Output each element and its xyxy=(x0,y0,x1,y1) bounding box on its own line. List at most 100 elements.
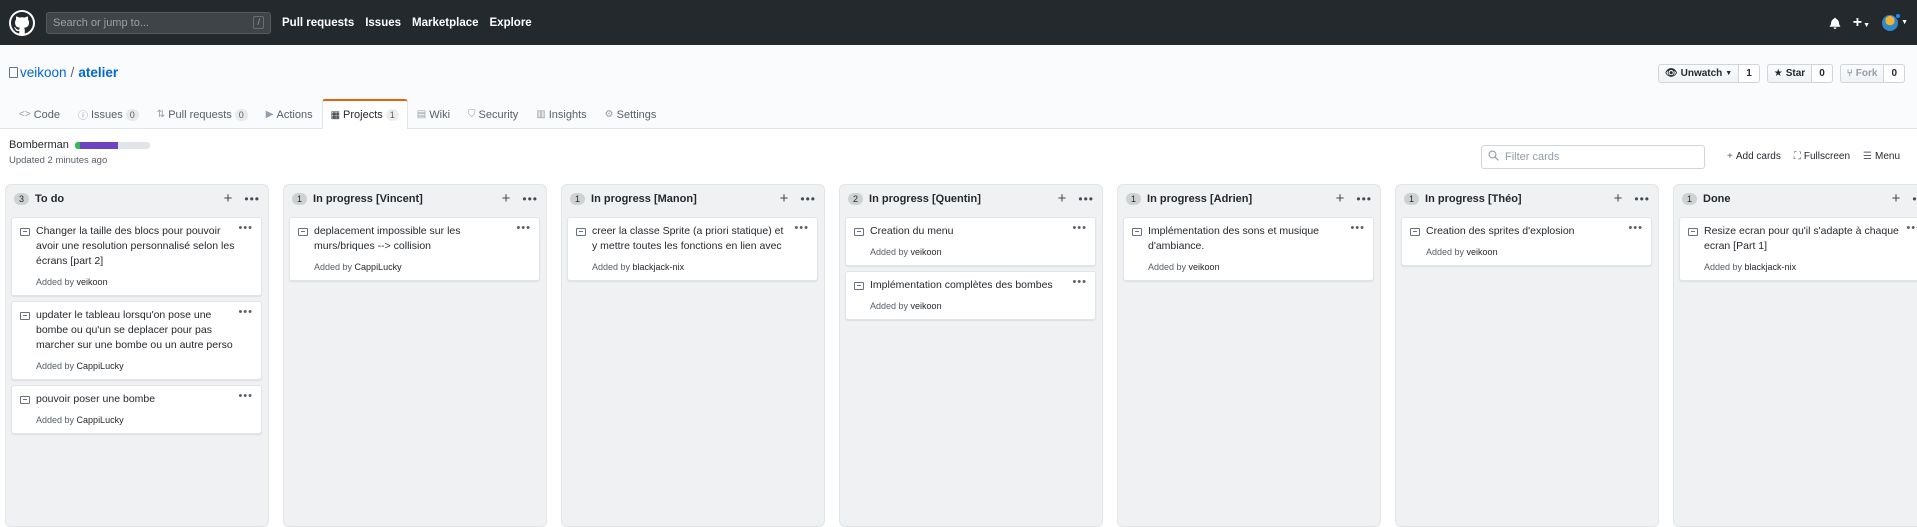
add-cards-button[interactable]: + Add cards xyxy=(1727,151,1781,162)
tab-pull-requests[interactable]: ⇅ Pull requests 0 xyxy=(148,99,257,129)
search-input[interactable]: Search or jump to... / xyxy=(46,11,271,34)
tab-issues[interactable]: ⓘ Issues 0 xyxy=(69,99,148,129)
card-menu-icon[interactable]: ••• xyxy=(794,222,809,234)
tab-actions[interactable]: ▶ Actions xyxy=(257,99,322,129)
column-header: 1 In progress [Manon] + ••• xyxy=(562,185,824,212)
nav-explore[interactable]: Explore xyxy=(490,17,532,29)
column-header: 3 To do + ••• xyxy=(6,185,268,212)
card-body: deplacement impossible sur les murs/briq… xyxy=(298,224,531,254)
note-card[interactable]: pouvoir poser une bombe ••• Added by Cappi… xyxy=(11,385,262,434)
note-card[interactable]: Creation des sprites d'explosion ••• Added… xyxy=(1401,217,1652,266)
menu-button[interactable]: ☰ Menu xyxy=(1863,151,1900,162)
repo-actions: 👁 Unwatch ▼ 1 ★ Star 0 ⑂ Fork 0 xyxy=(1657,64,1905,83)
card-author[interactable]: CappiLucky xyxy=(77,361,124,371)
column-header: 2 In progress [Quentin] + ••• xyxy=(840,185,1102,212)
column-menu-icon[interactable]: ••• xyxy=(800,192,816,206)
add-card-button[interactable]: + xyxy=(1614,190,1623,207)
note-card[interactable]: deplacement impossible sur les murs/briq… xyxy=(289,217,540,281)
repo-owner-link[interactable]: veikoon xyxy=(20,65,67,80)
add-card-button[interactable]: + xyxy=(1336,190,1345,207)
tab-code[interactable]: <> Code xyxy=(10,99,69,129)
add-card-button[interactable]: + xyxy=(502,190,511,207)
column-card-count: 1 xyxy=(1404,192,1420,205)
tab-wiki[interactable]: ▤ Wiki xyxy=(408,99,459,129)
card-author[interactable]: veikoon xyxy=(911,301,942,311)
star-count[interactable]: 0 xyxy=(1812,64,1833,83)
fork-count[interactable]: 0 xyxy=(1884,64,1905,83)
note-card[interactable]: Creation du menu ••• Added by veikoon xyxy=(845,217,1096,266)
card-menu-icon[interactable]: ••• xyxy=(1072,276,1087,288)
project-title: Bomberman xyxy=(9,139,150,151)
star-button[interactable]: ★ Star xyxy=(1766,64,1813,83)
card-menu-icon[interactable]: ••• xyxy=(238,222,253,234)
create-new-button[interactable]: +▼ xyxy=(1853,14,1870,32)
note-card[interactable]: creer la classe Sprite (a priori statiqu… xyxy=(567,217,818,281)
tab-security[interactable]: ⛉ Security xyxy=(459,99,527,129)
fork-button[interactable]: ⑂ Fork xyxy=(1839,64,1885,83)
tab-counter: 1 xyxy=(385,109,399,121)
filter-cards-input[interactable]: Filter cards xyxy=(1481,145,1705,169)
repo-name-link[interactable]: atelier xyxy=(78,65,118,80)
note-card[interactable]: Resize ecran pour qu'il s'adapte à chaqu… xyxy=(1679,217,1917,281)
card-meta: Added by veikoon xyxy=(36,277,253,287)
card-menu-icon[interactable]: ••• xyxy=(238,306,253,318)
tab-settings[interactable]: ⚙ Settings xyxy=(596,99,666,129)
search-placeholder: Search or jump to... xyxy=(53,16,149,29)
star-group: ★ Star 0 xyxy=(1766,64,1833,83)
column-menu-icon[interactable]: ••• xyxy=(522,192,538,206)
progress-in-progress xyxy=(80,141,118,149)
added-by-label: Added by xyxy=(314,262,353,272)
path-separator: / xyxy=(70,65,75,80)
nav-pull-requests[interactable]: Pull requests xyxy=(282,17,354,29)
user-menu[interactable]: ▼ xyxy=(1882,12,1908,31)
card-author[interactable]: veikoon xyxy=(1467,247,1498,257)
fullscreen-button[interactable]: ⛶ Fullscreen xyxy=(1794,151,1850,162)
card-author[interactable]: veikoon xyxy=(1189,262,1220,272)
note-card[interactable]: Implémentation complètes des bombes ••• Ad… xyxy=(845,271,1096,320)
project-column: 1 In progress [Théo] + ••• Creation des spri… xyxy=(1395,184,1659,527)
card-meta: Added by CappiLucky xyxy=(36,415,253,425)
card-author[interactable]: CappiLucky xyxy=(77,415,124,425)
repo-tabs: <> Code ⓘ Issues 0 ⇅ Pull requests 0 ▶ Actions… xyxy=(10,99,665,129)
column-menu-icon[interactable]: ••• xyxy=(244,192,260,206)
column-menu-icon[interactable]: ••• xyxy=(1634,192,1650,206)
column-menu-icon[interactable]: ••• xyxy=(1078,192,1094,206)
card-body: pouvoir poser une bombe xyxy=(20,392,253,407)
tab-insights[interactable]: ▥ Insights xyxy=(527,99,595,129)
project-column: 3 To do + ••• Changer la taille des blocs po… xyxy=(5,184,269,527)
unwatch-button[interactable]: 👁 Unwatch ▼ xyxy=(1657,64,1740,83)
card-menu-icon[interactable]: ••• xyxy=(1072,222,1087,234)
card-menu-icon[interactable]: ••• xyxy=(238,390,253,402)
bell-icon[interactable] xyxy=(1829,17,1841,29)
add-card-button[interactable]: + xyxy=(1058,190,1067,207)
project-column: 1 In progress [Adrien] + ••• Implémentation … xyxy=(1117,184,1381,527)
watch-count[interactable]: 1 xyxy=(1739,64,1760,83)
card-meta: Added by CappiLucky xyxy=(314,262,531,272)
column-menu-icon[interactable]: ••• xyxy=(1356,192,1372,206)
add-card-button[interactable]: + xyxy=(1892,190,1901,207)
tab-label: Wiki xyxy=(429,108,451,121)
card-menu-icon[interactable]: ••• xyxy=(1906,222,1917,234)
note-card[interactable]: Changer la taille des blocs pour pouvoir… xyxy=(11,217,262,296)
note-card[interactable]: updater le tableau lorsqu'on pose une bo… xyxy=(11,301,262,380)
add-card-button[interactable]: + xyxy=(224,190,233,207)
card-author[interactable]: blackjack-nix xyxy=(633,262,685,272)
card-author[interactable]: veikoon xyxy=(77,277,108,287)
card-author[interactable]: blackjack-nix xyxy=(1745,262,1797,272)
added-by-label: Added by xyxy=(1426,247,1465,257)
card-menu-icon[interactable]: ••• xyxy=(1350,222,1365,234)
card-author[interactable]: CappiLucky xyxy=(355,262,402,272)
project-progress-bar xyxy=(74,141,150,149)
add-card-button[interactable]: + xyxy=(780,190,789,207)
card-menu-icon[interactable]: ••• xyxy=(516,222,531,234)
tab-projects[interactable]: ▦ Projects 1 xyxy=(321,99,408,129)
nav-marketplace[interactable]: Marketplace xyxy=(412,17,478,29)
nav-issues[interactable]: Issues xyxy=(365,17,401,29)
github-logo-icon[interactable] xyxy=(9,9,35,36)
column-menu-icon[interactable]: ••• xyxy=(1912,192,1917,206)
card-author[interactable]: veikoon xyxy=(911,247,942,257)
card-menu-icon[interactable]: ••• xyxy=(1628,222,1643,234)
project-name[interactable]: Bomberman xyxy=(9,139,69,151)
gear-icon: ⚙ xyxy=(604,109,614,120)
note-card[interactable]: Implémentation des sons et musique d'amb… xyxy=(1123,217,1374,281)
